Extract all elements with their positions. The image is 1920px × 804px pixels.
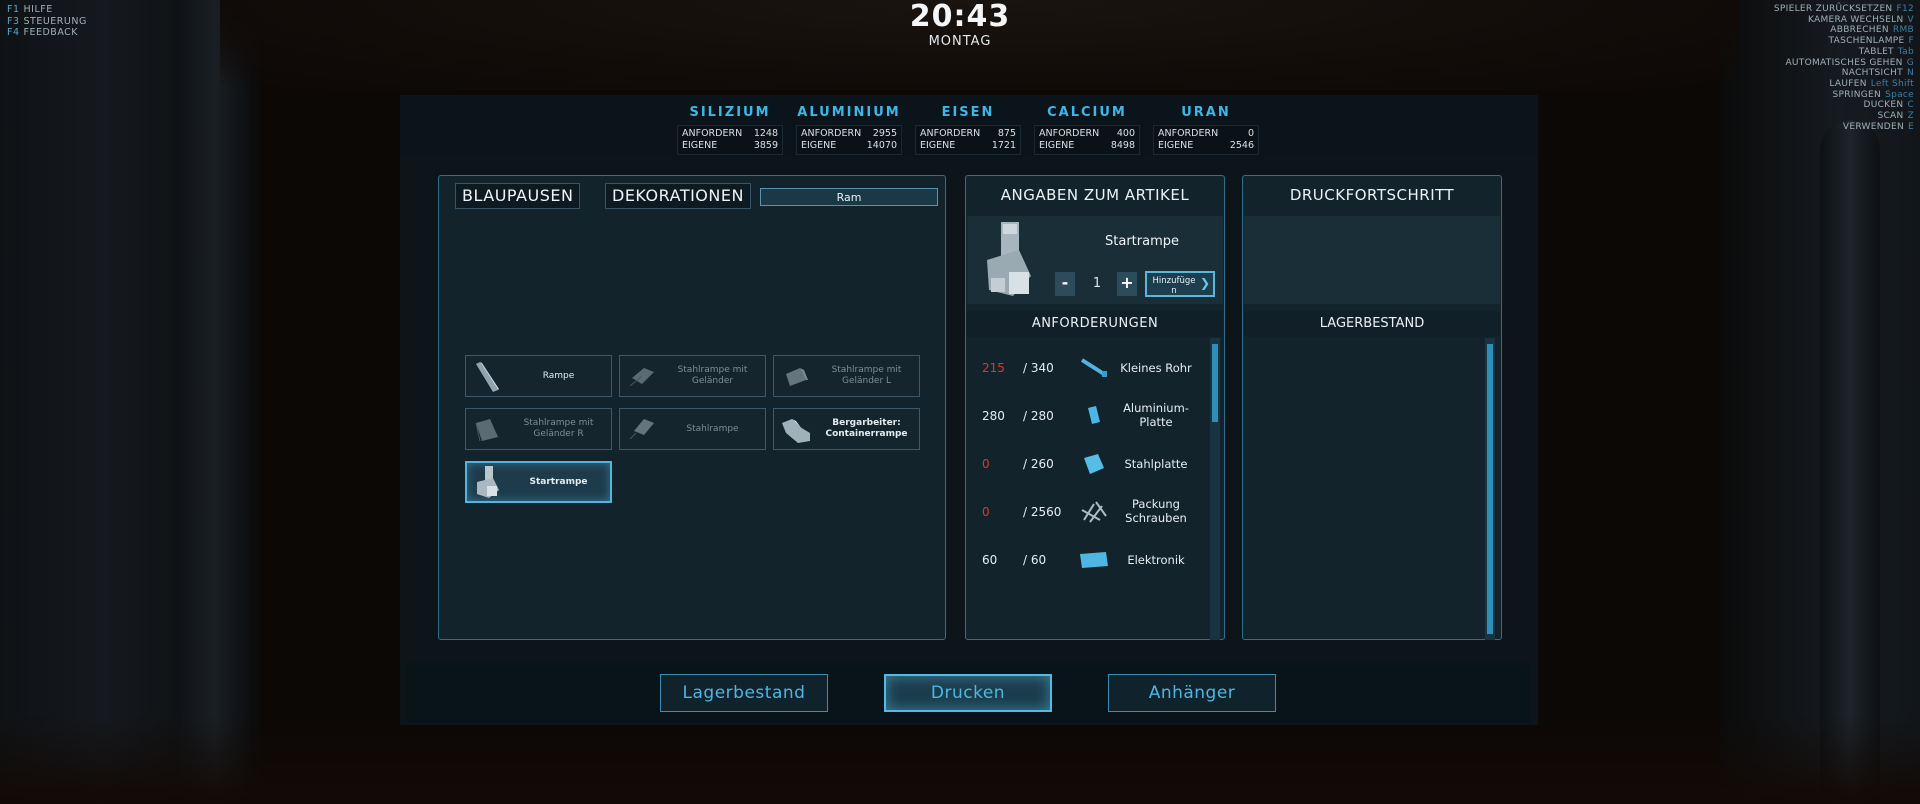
quantity-value: 1 <box>1092 276 1102 291</box>
hud-key-jump: SPRINGEN Space <box>1832 89 1914 100</box>
electronics-icon <box>1078 546 1110 574</box>
action-bar: Lagerbestand Drucken Anhänger <box>406 663 1531 723</box>
launch-ramp-icon <box>471 464 507 500</box>
steel-ramp-icon <box>624 411 660 447</box>
print-progress-panel: DRUCKFORTSCHRITT LAGERBESTAND <box>1242 175 1502 640</box>
requirement-aluminium-plate: 280 / 280 Aluminium-Platte <box>976 396 1206 436</box>
quantity-plus-button[interactable]: + <box>1117 272 1137 296</box>
requirements-scrollbar-thumb[interactable] <box>1212 344 1218 422</box>
tab-blueprints[interactable]: BLAUPAUSEN <box>455 183 581 209</box>
item-details-panel: ANGABEN ZUM ARTIKEL Startrampe - 1 + Hin… <box>965 175 1225 640</box>
clock-time: 20:43 <box>909 0 1011 34</box>
hud-key-run: LAUFEN Left Shift <box>1829 78 1914 89</box>
ramp-icon <box>470 358 506 394</box>
hud-control-keys: SPIELER ZURÜCKSETZEN F12 KAMERA WECHSELN V… <box>1774 4 1914 132</box>
blueprint-steel-ramp-railing-left[interactable]: Stahlrampe mit Geländer L <box>773 355 920 397</box>
blueprint-steel-ramp[interactable]: Stahlrampe <box>619 408 766 450</box>
game-clock: 20:43 MONTAG <box>0 0 1920 49</box>
hud-key-reset-player: SPIELER ZURÜCKSETZEN F12 <box>1773 4 1914 14</box>
blueprint-rampe[interactable]: Rampe <box>465 355 612 397</box>
aluminium-plate-icon <box>1078 402 1110 430</box>
print-queue-area <box>1244 216 1500 304</box>
screws-pack-icon <box>1078 498 1110 526</box>
add-to-queue-label: Hinzufüge n <box>1152 276 1196 296</box>
print-button[interactable]: Drucken <box>884 674 1052 712</box>
resource-silicon: SILIZIUM ANFORDERN 1248 EIGENE 3859 <box>677 105 783 155</box>
small-pipe-icon <box>1078 354 1110 382</box>
hud-key-tablet: TABLET Tab <box>1858 46 1914 57</box>
blueprint-steel-ramp-railing[interactable]: Stahlrampe mit Geländer <box>619 355 766 397</box>
item-details-title: ANGABEN ZUM ARTIKEL <box>1000 186 1190 204</box>
hud-key-use: VERWENDEN E <box>1842 121 1914 132</box>
item-name: Startrampe <box>1105 234 1179 249</box>
storage-scrollbar-thumb[interactable] <box>1487 344 1493 634</box>
storage-scrollbar[interactable] <box>1485 338 1495 640</box>
launch-ramp-preview-icon <box>979 220 1037 300</box>
requirements-title: ANFORDERUNGEN <box>967 311 1223 337</box>
resource-calcium: CALCIUM ANFORDERN 400 EIGENE 8498 <box>1034 105 1140 155</box>
requirement-have: 0 <box>982 457 990 471</box>
hud-key-scan: SCAN Z <box>1877 111 1914 122</box>
resource-aluminium: ALUMINIUM ANFORDERN 2955 EIGENE 14070 <box>796 105 902 155</box>
blueprint-steel-ramp-railing-right[interactable]: Stahlrampe mit Geländer R <box>465 408 612 450</box>
requirement-need: / 260 <box>1023 457 1054 471</box>
requirement-need: / 340 <box>1023 361 1054 375</box>
steel-ramp-railing-right-icon <box>470 411 506 447</box>
requirement-need: / 60 <box>1023 553 1047 567</box>
requirement-name: Stahlplatte <box>1124 457 1188 471</box>
requirement-name: Aluminium-Platte <box>1123 401 1189 429</box>
tab-decorations[interactable]: DEKORATIONEN <box>605 183 751 209</box>
blueprint-container-ramp[interactable]: Bergarbeiter: Containerrampe <box>773 408 920 450</box>
hud-key-cancel: ABBRECHEN RMB <box>1830 25 1914 36</box>
requirement-name: Kleines Rohr <box>1120 361 1192 375</box>
resource-strip: SILIZIUM ANFORDERN 1248 EIGENE 3859 ALUMIN… <box>400 95 1538 157</box>
requirement-have: 280 <box>982 409 1005 423</box>
requirement-have: 0 <box>982 505 990 519</box>
requirement-need: / 2560 <box>1023 505 1062 519</box>
storage-button[interactable]: Lagerbestand <box>660 674 828 712</box>
hud-key-camera: KAMERA WECHSELN V <box>1807 14 1914 25</box>
requirement-name: Elektronik <box>1127 553 1185 567</box>
steel-plate-icon <box>1078 450 1110 478</box>
blueprint-launch-ramp[interactable]: Startrampe <box>465 461 612 503</box>
steel-ramp-railing-icon <box>624 358 660 394</box>
blueprint-search-input[interactable] <box>760 188 938 206</box>
print-progress-title: DRUCKFORTSCHRITT <box>1289 186 1455 204</box>
requirement-electronics: 60 / 60 Elektronik <box>976 540 1206 580</box>
resource-iron: EISEN ANFORDERN 875 EIGENE 1721 <box>915 105 1021 155</box>
requirement-screws-pack: 0 / 2560 Packung Schrauben <box>976 492 1206 532</box>
hud-key-nightvision: NACHTSICHT N <box>1841 68 1914 79</box>
add-to-queue-button[interactable]: Hinzufüge n ❯ <box>1145 271 1215 297</box>
chevron-right-icon: ❯ <box>1199 276 1210 290</box>
blueprint-panel: BLAUPAUSEN DEKORATIONEN Rampe Stahlrampe… <box>438 175 946 640</box>
hud-key-flashlight: TASCHENLAMPE F <box>1828 36 1914 47</box>
hud-key-autowalk: AUTOMATISCHES GEHEN G <box>1785 57 1914 68</box>
requirements-scrollbar[interactable] <box>1210 338 1220 640</box>
requirement-small-pipe: 215 / 340 Kleines Rohr <box>976 348 1206 388</box>
quantity-minus-button[interactable]: - <box>1055 272 1075 296</box>
printer-panel: SILIZIUM ANFORDERN 1248 EIGENE 3859 ALUMIN… <box>400 95 1538 725</box>
requirement-have: 60 <box>982 553 998 567</box>
resource-uranium: URAN ANFORDERN 0 EIGENE 2546 <box>1153 105 1259 155</box>
hud-key-crouch: DUCKEN C <box>1863 100 1914 111</box>
background-pillar-left <box>180 0 250 804</box>
storage-title: LAGERBESTAND <box>1244 311 1500 337</box>
requirement-need: / 280 <box>1023 409 1054 423</box>
background-floor <box>0 714 1920 804</box>
steel-ramp-railing-left-icon <box>778 358 814 394</box>
clock-day: MONTAG <box>928 34 992 49</box>
item-preview-area: Startrampe - 1 + Hinzufüge n ❯ <box>967 216 1223 304</box>
requirement-have: 215 <box>982 361 1005 375</box>
requirement-name: Packung Schrauben <box>1125 497 1187 525</box>
requirement-steel-plate: 0 / 260 Stahlplatte <box>976 444 1206 484</box>
background-pillar-right <box>1820 120 1880 804</box>
trailer-button[interactable]: Anhänger <box>1108 674 1276 712</box>
container-ramp-icon <box>778 411 814 447</box>
